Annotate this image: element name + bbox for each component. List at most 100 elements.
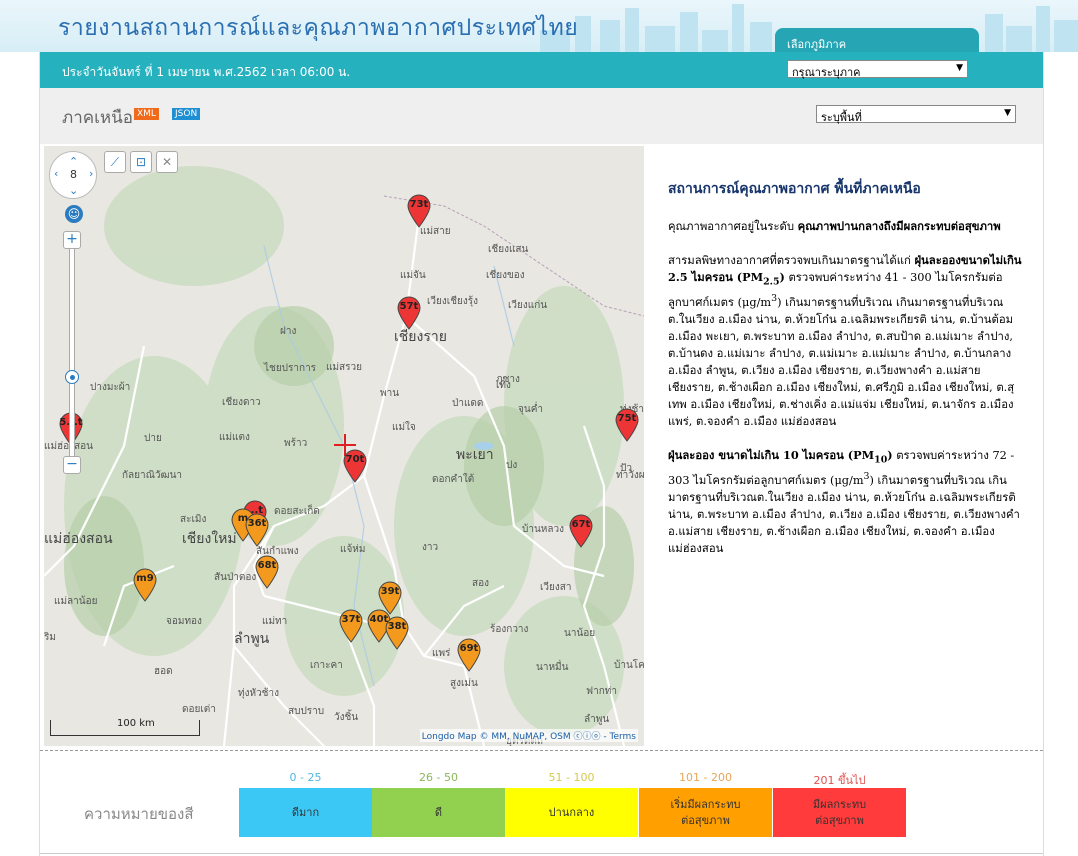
place-label: ปาย (144, 433, 162, 444)
pm25-sub: 2.5 (763, 276, 780, 288)
station-marker[interactable]: 36t (244, 513, 270, 547)
place-label: สันป่าตอง (214, 572, 257, 583)
pm25-text: สารมลพิษทางอากาศที่ตรวจพบเกินมาตรฐานได้แ… (668, 252, 1026, 430)
pan-left-icon[interactable]: ‹ (54, 167, 58, 180)
place-label: วังชิ้น (334, 712, 359, 723)
pan-right-icon[interactable]: › (89, 167, 93, 180)
xml-download-link[interactable]: XML (134, 108, 159, 120)
legend-label: เริ่มมีผลกระทบ ต่อสุขภาพ (670, 797, 741, 827)
clear-button[interactable]: ✕ (156, 151, 178, 173)
station-marker[interactable]: 38t (384, 616, 410, 650)
zoom-slider-handle[interactable] (65, 370, 79, 384)
dropdown-arrow-icon: ▼ (1004, 108, 1011, 118)
place-label: แพร่ (432, 648, 451, 659)
station-value-label: 73t (409, 199, 429, 210)
legend-swatch: ดี (372, 788, 505, 837)
place-label: กัลยาณิวัฒนา (122, 470, 183, 481)
pan-control[interactable]: ⌃ ⌄ ‹ › 8 (49, 151, 97, 199)
station-value-label: 36t (247, 518, 267, 529)
place-label: แม่แตง (219, 432, 250, 443)
pm10-name: ฝุ่นละออง ขนาดไม่เกิน 10 ไมครอน (PM (668, 448, 875, 463)
site-title: รายงานสถานการณ์และคุณภาพอากาศประเทศไทย (58, 15, 579, 41)
region-name: ภาคเหนือ (62, 108, 133, 128)
legend-label: ดี (434, 805, 443, 819)
dropdown-arrow-icon: ▼ (956, 63, 963, 73)
station-value-label: 38t (387, 621, 407, 632)
place-label: ปง (506, 460, 518, 471)
place-label: ทุ่งหัวช้าง (238, 688, 279, 699)
station-marker[interactable]: 69t (456, 638, 482, 672)
region-bar: ภาคเหนือ XML JSON ระบุพื้นที่ ▼ (40, 88, 1043, 144)
station-value-label: m9 (136, 573, 154, 584)
place-label: ฝาง (280, 326, 297, 337)
place-label: เวียงเชียงรุ้ง (427, 296, 478, 307)
date-bar: ประจำวันจันทร์ ที่ 1 เมษายน พ.ศ.2562 เวล… (40, 52, 1043, 88)
place-label: เชียงของ (486, 270, 525, 281)
place-label: ลำพูน (234, 631, 270, 647)
place-label: แม่ทา (262, 616, 288, 627)
pm25-intro: สารมลพิษทางอากาศที่ตรวจพบเกินมาตรฐานได้แ… (668, 254, 915, 267)
legend-swatch: ปานกลาง (505, 788, 638, 837)
place-label: เวียงสา (540, 582, 572, 593)
station-marker[interactable]: 57t (396, 296, 422, 330)
legend-range: 0 - 25 (289, 771, 322, 784)
station-marker[interactable]: m9 (132, 568, 158, 602)
select-area-icon: ⊡ (135, 155, 147, 169)
station-marker[interactable]: 67t (568, 514, 594, 548)
legend-range: 201 ขึ้นไป (813, 774, 866, 787)
station-value-label: 69t (459, 643, 479, 654)
place-label: จอมทอง (166, 616, 202, 627)
select-area-button[interactable]: ⊡ (130, 151, 152, 173)
pm10-sub: 10 (874, 454, 888, 466)
station-value-label: 37t (341, 614, 361, 625)
pan-up-icon[interactable]: ⌃ (69, 155, 78, 168)
scale-label: 100 km (117, 718, 155, 729)
quality-level-text: คุณภาพอากาศอยู่ในระดับ คุณภาพปานกลางถึงม… (668, 218, 1026, 235)
air-quality-map[interactable]: แม่สาย เชียงแสน แม่จัน เชียงของ เวียงเชียงรุ… (44, 146, 644, 746)
place-label: แจ้ห่ม (340, 544, 366, 555)
legend-range: 26 - 50 (419, 771, 458, 784)
air-quality-summary: สถานการณ์คุณภาพอากาศ พื้นที่ภาคเหนือ คุณ… (668, 178, 1026, 574)
pm25-detail: ) เกินมาตรฐานที่บริเวณ เกินมาตรฐานที่บริ… (668, 296, 1015, 429)
station-marker[interactable]: 68t (254, 555, 280, 589)
place-label: สูงเม่น (450, 678, 478, 689)
station-marker[interactable]: 37t (338, 609, 364, 643)
zoom-level: 8 (70, 168, 77, 181)
legend-range: 101 - 200 (679, 771, 732, 784)
divider (40, 750, 1043, 751)
street-view-icon[interactable]: ☺ (65, 205, 83, 223)
zoom-out-button[interactable]: − (63, 456, 81, 474)
map-credit[interactable]: Longdo Map © MM, NuMAP, OSM ⓒⓘⓞ - Terms (419, 729, 638, 742)
legend-label: ดีมาก (291, 805, 320, 819)
legend-range: 51 - 100 (548, 771, 595, 784)
station-marker[interactable]: 75t (614, 408, 640, 442)
place-label: แม่สรวย (326, 362, 362, 373)
place-label: ภูซาง (496, 374, 520, 385)
divider (40, 853, 1043, 854)
region-tab: เลือกภูมิภาค (775, 28, 979, 54)
place-label: สอง (472, 578, 489, 589)
place-label: ปางมะผ้า (90, 382, 131, 393)
region-select[interactable]: กรุณาระบุภาค ▼ (787, 60, 968, 79)
frame-right-border (1043, 52, 1044, 856)
legend-title: ความหมายของสี (84, 805, 194, 823)
measure-line-button[interactable]: ⟋ (104, 151, 126, 173)
place-label: ท่าวังผา (616, 470, 644, 481)
area-select[interactable]: ระบุพื้นที่ ▼ (816, 105, 1016, 124)
close-icon: ✕ (161, 155, 173, 169)
place-label: พร้าว (284, 438, 308, 449)
zoom-slider[interactable] (69, 234, 75, 464)
place-label: เชียงดาว (222, 397, 261, 408)
pan-down-icon[interactable]: ⌄ (69, 184, 78, 197)
place-label: เวียงแก่น (508, 300, 548, 311)
legend-swatch: เริ่มมีผลกระทบ ต่อสุขภาพ (639, 788, 772, 837)
station-marker[interactable]: 70t (342, 449, 368, 483)
station-marker[interactable]: 73t (406, 194, 432, 228)
place-label: ไชยปราการ (264, 363, 317, 374)
json-download-link[interactable]: JSON (172, 108, 201, 120)
place-label: ดอยสะเก็ด (274, 506, 320, 517)
zoom-in-button[interactable]: + (63, 231, 81, 249)
station-value-label: 70t (345, 454, 365, 465)
place-label: ดอกคำใต้ (432, 474, 475, 485)
summary-title: สถานการณ์คุณภาพอากาศ พื้นที่ภาคเหนือ (668, 181, 921, 197)
